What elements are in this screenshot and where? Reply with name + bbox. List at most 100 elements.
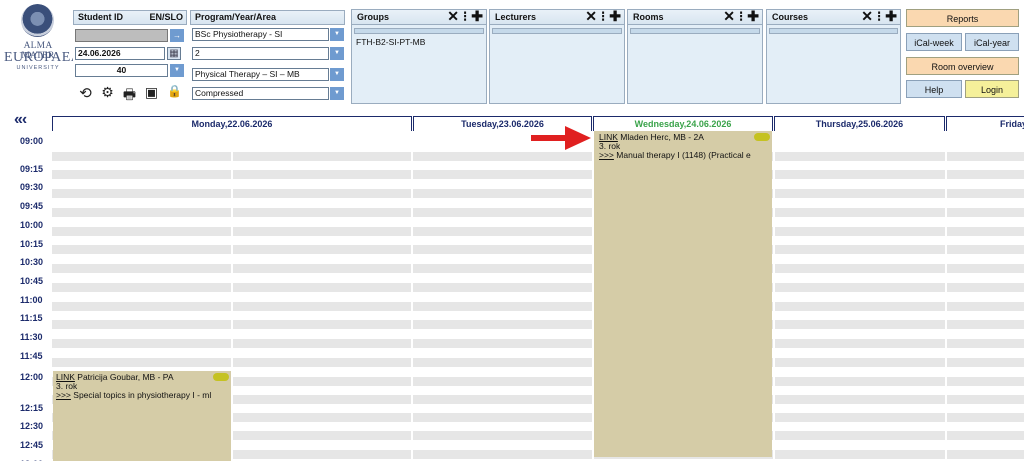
event-lecturer: Mladen Herc, MB - 2A [620,133,704,142]
grid-stripe [233,377,411,386]
grid-stripe [775,152,945,161]
column-separator [773,131,775,461]
grid-stripe [947,377,1024,386]
time-label: 11:15 [20,313,43,323]
grid-stripe [52,189,231,198]
grid-stripe [775,189,945,198]
grid-stripe [775,358,945,367]
grid-stripe [775,245,945,254]
grid-stripe [775,227,945,236]
grid-stripe [413,320,592,329]
grid-stripe [775,339,945,348]
event-course: Manual therapy I (1148) (Practical e [616,151,751,160]
time-label: 09:15 [20,164,44,174]
grid-stripe [947,245,1024,254]
event-more-link[interactable]: >>> [599,151,614,160]
grid-stripe [947,302,1024,311]
grid-stripe [233,339,411,348]
time-label: 09:00 [20,136,44,146]
grid-stripe [413,358,592,367]
time-label: 10:45 [20,276,44,286]
grid-stripe [413,208,592,217]
grid-stripe [947,208,1024,217]
grid-stripe [947,170,1024,179]
time-label: 10:15 [20,239,44,249]
grid-stripe [413,264,592,273]
grid-stripe [233,283,411,292]
time-label: 11:45 [20,351,43,361]
grid-stripe [947,264,1024,273]
grid-stripe [775,320,945,329]
time-label: 12:15 [20,403,44,413]
event-header: LINK Patricija Goubar, MB - PA [56,373,211,382]
event-header: LINK Mladen Herc, MB - 2A [599,133,751,142]
event-link[interactable]: LINK [56,373,75,382]
grid-stripe [233,189,411,198]
grid-stripe [233,413,411,422]
grid-stripe [52,302,231,311]
event-course: Special topics in physiotherapy I - ml [73,391,212,400]
grid-stripe [947,320,1024,329]
column-separator [411,131,413,461]
event-special-topics[interactable]: LINK Patricija Goubar, MB - PA 3. rok >>… [53,371,231,461]
time-label: 10:30 [20,257,44,267]
time-label: 10:00 [20,220,44,230]
grid-stripe [52,208,231,217]
grid-stripe [775,431,945,440]
grid-stripe [947,395,1024,404]
grid-stripe [233,320,411,329]
grid-stripe [233,208,411,217]
grid-stripe [413,431,592,440]
grid-stripe [947,283,1024,292]
grid-stripe [775,208,945,217]
grid-stripe [775,413,945,422]
grid-stripe [413,302,592,311]
event-status-indicator [213,373,229,381]
time-label: 12:00 [20,372,44,382]
grid-stripe [233,152,411,161]
grid-stripe [775,302,945,311]
grid-stripe [233,245,411,254]
grid-stripe [233,358,411,367]
grid-stripe [413,245,592,254]
grid-stripe [413,413,592,422]
grid-stripe [775,450,945,459]
event-manual-therapy[interactable]: LINK Mladen Herc, MB - 2A 3. rok >>> Man… [594,131,772,457]
event-year: 3. rok [599,142,621,151]
event-more-link[interactable]: >>> [56,391,71,400]
time-label: 12:45 [20,440,44,450]
event-link[interactable]: LINK [599,133,618,142]
grid-stripe [413,377,592,386]
grid-stripe [413,170,592,179]
grid-stripe [233,264,411,273]
grid-stripe [52,227,231,236]
grid-stripe [775,283,945,292]
grid-stripe [413,395,592,404]
annotation-arrow-icon [531,126,591,150]
grid-stripe [775,395,945,404]
time-label: 09:30 [20,182,44,192]
grid-stripe [947,189,1024,198]
grid-stripe [52,170,231,179]
event-status-indicator [754,133,770,141]
event-course-line: >>> Special topics in physiotherapy I - … [56,391,229,400]
grid-stripe [413,189,592,198]
grid-stripe [233,450,411,459]
grid-stripe [947,431,1024,440]
grid-stripe [233,227,411,236]
grid-stripe [947,339,1024,348]
grid-stripe [52,264,231,273]
grid-stripe [947,358,1024,367]
grid-stripe [52,152,231,161]
grid-stripe [413,227,592,236]
grid-stripe [52,283,231,292]
grid-stripe [52,320,231,329]
event-course-line: >>> Manual therapy I (1148) (Practical e [599,151,769,160]
grid-stripe [413,339,592,348]
grid-stripe [233,431,411,440]
grid-stripe [947,152,1024,161]
grid-stripe [413,152,592,161]
grid-stripe [775,264,945,273]
grid-stripe [947,227,1024,236]
grid-stripe [413,450,592,459]
